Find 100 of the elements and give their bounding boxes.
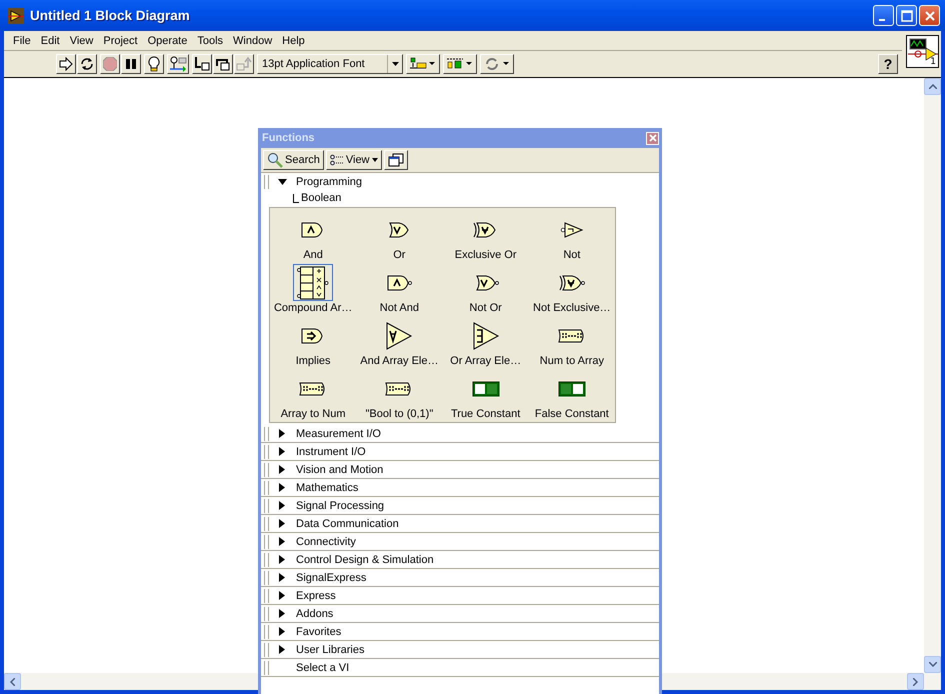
step-into-button[interactable] <box>192 54 212 74</box>
function-label: "Bool to (0,1)" <box>366 408 434 420</box>
function-label: Exclusive Or <box>454 249 516 261</box>
oscilloscope-icon <box>908 38 938 62</box>
compound-gate-icon <box>296 266 330 300</box>
align-objects-button[interactable] <box>406 54 440 74</box>
palette-category[interactable]: User Libraries <box>296 644 364 656</box>
vi-icon[interactable]: 1 <box>906 35 939 68</box>
palette-category[interactable]: Programming <box>296 176 362 188</box>
function-label: Not And <box>380 302 419 314</box>
window-title: Untitled 1 Block Diagram <box>30 8 190 23</box>
probe-icon <box>169 56 187 72</box>
scroll-down-icon <box>928 662 936 667</box>
app-icon <box>8 8 24 24</box>
cycle-arrows-icon <box>79 56 95 72</box>
abort-button[interactable] <box>100 54 120 74</box>
step-over-button[interactable] <box>213 54 233 74</box>
function-label: Not <box>563 249 580 261</box>
function-label: Num to Array <box>540 355 604 367</box>
run-button[interactable] <box>56 54 76 74</box>
step-out-icon <box>236 56 252 72</box>
search-button[interactable]: Search <box>263 150 324 170</box>
array-gate-icon <box>385 322 414 350</box>
not-gate-icon <box>560 220 584 238</box>
menu-item[interactable]: Operate <box>142 34 192 46</box>
palette-category[interactable]: Favorites <box>296 626 342 638</box>
palette-category[interactable]: Express <box>296 590 336 602</box>
palette-category[interactable]: Vision and Motion <box>296 464 384 476</box>
function-label: Or Array Ele… <box>450 355 522 367</box>
run-continuously-button[interactable] <box>77 54 97 74</box>
search-icon <box>267 152 283 168</box>
palette-category[interactable]: SignalExpress <box>296 572 366 584</box>
palette-subcategory[interactable]: Boolean <box>301 192 342 204</box>
pause-icon <box>125 58 137 70</box>
distribute-objects-button[interactable] <box>443 54 477 74</box>
instance-number: 1 <box>930 57 936 67</box>
boolean-constant-icon <box>558 380 586 396</box>
function-label: Or <box>393 249 406 261</box>
function-label: Compound Ar… <box>274 302 352 314</box>
menu-item[interactable]: View <box>64 34 98 46</box>
help-button[interactable]: ? <box>878 54 898 74</box>
pause-button[interactable] <box>121 54 141 74</box>
step-out-button[interactable] <box>234 54 254 74</box>
maximize-icon <box>900 10 912 22</box>
palette-category[interactable]: Select a VI <box>296 662 350 674</box>
align-icon <box>410 57 436 71</box>
menu-item[interactable]: Help <box>277 34 310 46</box>
scroll-right-icon <box>913 678 918 686</box>
function-tile[interactable] <box>293 264 334 301</box>
tree-branch-icon <box>293 194 299 202</box>
menu-item[interactable]: File <box>8 34 36 46</box>
function-label: Not Exclusive… <box>533 302 611 314</box>
cycle-arrows-icon <box>484 57 510 71</box>
stop-icon <box>103 57 117 71</box>
palette-category[interactable]: Connectivity <box>296 536 356 548</box>
scroll-left-icon <box>10 678 15 686</box>
minimize-icon <box>879 18 885 20</box>
logic-gate-icon <box>386 274 412 292</box>
conversion-icon <box>299 382 328 396</box>
maximize-button[interactable] <box>896 5 917 26</box>
menu-item[interactable]: Window <box>228 34 278 46</box>
highlight-button[interactable] <box>144 54 164 74</box>
function-label: False Constant <box>534 408 609 420</box>
list-view-icon <box>330 154 344 166</box>
vertical-scrollbar[interactable] <box>924 78 941 673</box>
function-label: Implies <box>296 355 331 367</box>
step-over-icon <box>215 56 231 72</box>
retain-wire-values-button[interactable] <box>167 54 189 74</box>
palette-category[interactable]: Mathematics <box>296 482 358 494</box>
palette-category[interactable]: Signal Processing <box>296 500 384 512</box>
minimize-button[interactable] <box>873 5 894 26</box>
palette-category[interactable]: Instrument I/O <box>296 446 366 458</box>
dropdown-arrow-icon <box>392 62 398 66</box>
menu-item[interactable]: Edit <box>36 34 65 46</box>
scroll-up-icon <box>928 84 936 89</box>
function-label: Not Or <box>469 302 502 314</box>
step-into-icon <box>194 56 210 72</box>
palette-title: Functions <box>262 132 315 144</box>
menu-item[interactable]: Tools <box>192 34 228 46</box>
run-arrow-icon <box>59 57 73 71</box>
palette-category[interactable]: Measurement I/O <box>296 428 381 440</box>
function-label: And <box>303 249 323 261</box>
restore-palette-button[interactable] <box>384 150 408 170</box>
conversion-icon <box>558 328 586 342</box>
menu-item[interactable]: Project <box>98 34 143 46</box>
close-button[interactable] <box>646 132 659 144</box>
palette-category[interactable]: Data Communication <box>296 518 399 530</box>
logic-gate-icon <box>558 274 585 292</box>
reorder-button[interactable] <box>480 54 514 74</box>
close-icon <box>924 10 936 22</box>
view-button[interactable]: View <box>326 150 382 170</box>
windows-icon <box>388 153 404 167</box>
palette-category[interactable]: Control Design & Simulation <box>296 554 434 566</box>
light-bulb-icon <box>148 56 160 72</box>
palette-category[interactable]: Addons <box>296 608 334 620</box>
close-button[interactable] <box>919 5 940 26</box>
function-label: Array to Num <box>280 408 346 420</box>
font-dropdown[interactable]: 13pt Application Font <box>257 54 403 74</box>
close-icon <box>648 134 656 142</box>
dropdown-arrow-icon <box>372 158 378 162</box>
